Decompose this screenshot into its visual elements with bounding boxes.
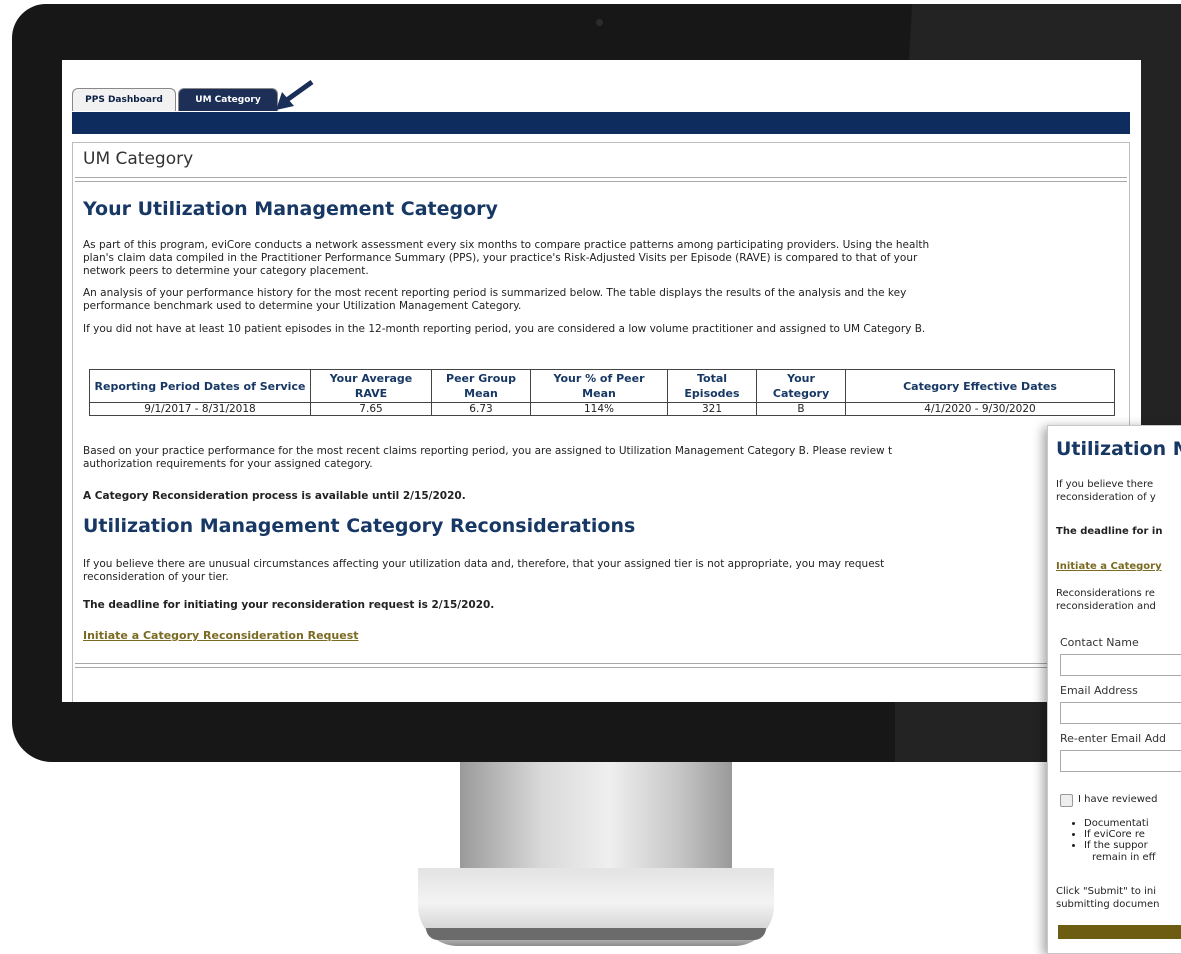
submit-button[interactable] — [1058, 925, 1181, 939]
divider — [75, 663, 1127, 668]
analysis-paragraph-line1: An analysis of your performance history … — [83, 287, 907, 299]
reconsideration-dialog: Utilization M If you believe there recon… — [1047, 425, 1181, 954]
dialog-initiate-link[interactable]: Initiate a Category — [1056, 560, 1162, 573]
screen: PPS Dashboard UM Category UM Category Yo… — [62, 60, 1141, 702]
monitor-stand-neck — [460, 762, 732, 874]
reconsideration-paragraph-line2: reconsideration of your tier. — [83, 571, 229, 583]
list-item: Documentati — [1084, 818, 1181, 829]
section-heading-reconsiderations: Utilization Management Category Reconsid… — [83, 515, 636, 537]
table-header: Total Episodes — [667, 369, 757, 403]
list-item: If the suppor — [1084, 840, 1181, 851]
table-cell: 9/1/2017 - 8/31/2018 — [89, 402, 311, 416]
contact-name-input[interactable] — [1060, 654, 1181, 676]
contact-name-label: Contact Name — [1060, 636, 1139, 649]
dialog-note-line2: reconsideration and — [1056, 601, 1156, 612]
monitor-stand-base-edge — [426, 928, 766, 940]
content-panel: UM Category Your Utilization Management … — [72, 142, 1130, 702]
assignment-paragraph-line1: Based on your practice performance for t… — [83, 445, 893, 457]
list-item-continuation: remain in eff — [1092, 852, 1156, 863]
results-table: Reporting Period Dates of Service Your A… — [89, 369, 1115, 416]
low-volume-note: If you did not have at least 10 patient … — [83, 323, 926, 335]
acknowledgement-label: I have reviewed — [1078, 794, 1158, 805]
intro-paragraph-line2: plan's claim data compiled in the Practi… — [83, 252, 918, 264]
table-header: Your Average RAVE — [310, 369, 432, 403]
table-cell: 114% — [530, 402, 668, 416]
dialog-footer-line2: submitting documen — [1056, 899, 1160, 910]
dialog-intro-line2: reconsideration of y — [1056, 492, 1156, 503]
table-header: Your % of Peer Mean — [530, 369, 668, 403]
dialog-intro-line1: If you believe there — [1056, 479, 1154, 490]
table-cell: 6.73 — [431, 402, 531, 416]
divider — [75, 177, 1127, 182]
pointer-arrow-icon — [276, 80, 314, 110]
table-cell: 4/1/2020 - 9/30/2020 — [845, 402, 1115, 416]
table-header: Peer Group Mean — [431, 369, 531, 403]
panel-title: UM Category — [83, 149, 194, 169]
dialog-footer-line1: Click "Submit" to ini — [1056, 886, 1156, 897]
email-label: Email Address — [1060, 684, 1138, 697]
email-input[interactable] — [1060, 702, 1181, 724]
requirements-list: Documentati If eviCore re If the suppor — [1062, 818, 1181, 851]
tab-um-category[interactable]: UM Category — [178, 88, 278, 111]
table-row: 9/1/2017 - 8/31/2018 7.65 6.73 114% 321 … — [89, 402, 1115, 416]
table-header: Category Effective Dates — [845, 369, 1115, 403]
analysis-paragraph-line2: performance benchmark used to determine … — [83, 300, 522, 312]
reenter-email-label: Re-enter Email Add — [1060, 732, 1167, 745]
table-cell: 321 — [667, 402, 757, 416]
reconsideration-paragraph-line1: If you believe there are unusual circums… — [83, 558, 885, 570]
deadline-note: The deadline for initiating your reconsi… — [83, 599, 495, 611]
table-header-row: Reporting Period Dates of Service Your A… — [89, 369, 1115, 403]
intro-paragraph-line1: As part of this program, eviCore conduct… — [83, 239, 930, 251]
dialog-title: Utilization M — [1056, 438, 1181, 460]
acknowledgement-checkbox[interactable] — [1060, 794, 1073, 807]
section-heading-um-category: Your Utilization Management Category — [83, 198, 498, 220]
assignment-paragraph-line2: authorization requirements for your assi… — [83, 458, 373, 470]
reenter-email-input[interactable] — [1060, 750, 1181, 772]
table-header: Your Category — [756, 369, 846, 403]
camera-icon — [596, 19, 603, 26]
intro-paragraph-line3: network peers to determine your category… — [83, 265, 369, 277]
dialog-deadline: The deadline for in — [1056, 526, 1163, 537]
tab-pps-dashboard[interactable]: PPS Dashboard — [72, 88, 176, 111]
list-item: If eviCore re — [1084, 829, 1181, 840]
table-header: Reporting Period Dates of Service — [89, 369, 311, 403]
nav-bar — [72, 112, 1130, 134]
reconsideration-availability-note: A Category Reconsideration process is av… — [83, 490, 466, 502]
table-cell: 7.65 — [310, 402, 432, 416]
initiate-reconsideration-link[interactable]: Initiate a Category Reconsideration Requ… — [83, 629, 359, 642]
dialog-note-line1: Reconsiderations re — [1056, 588, 1155, 599]
table-cell: B — [756, 402, 846, 416]
